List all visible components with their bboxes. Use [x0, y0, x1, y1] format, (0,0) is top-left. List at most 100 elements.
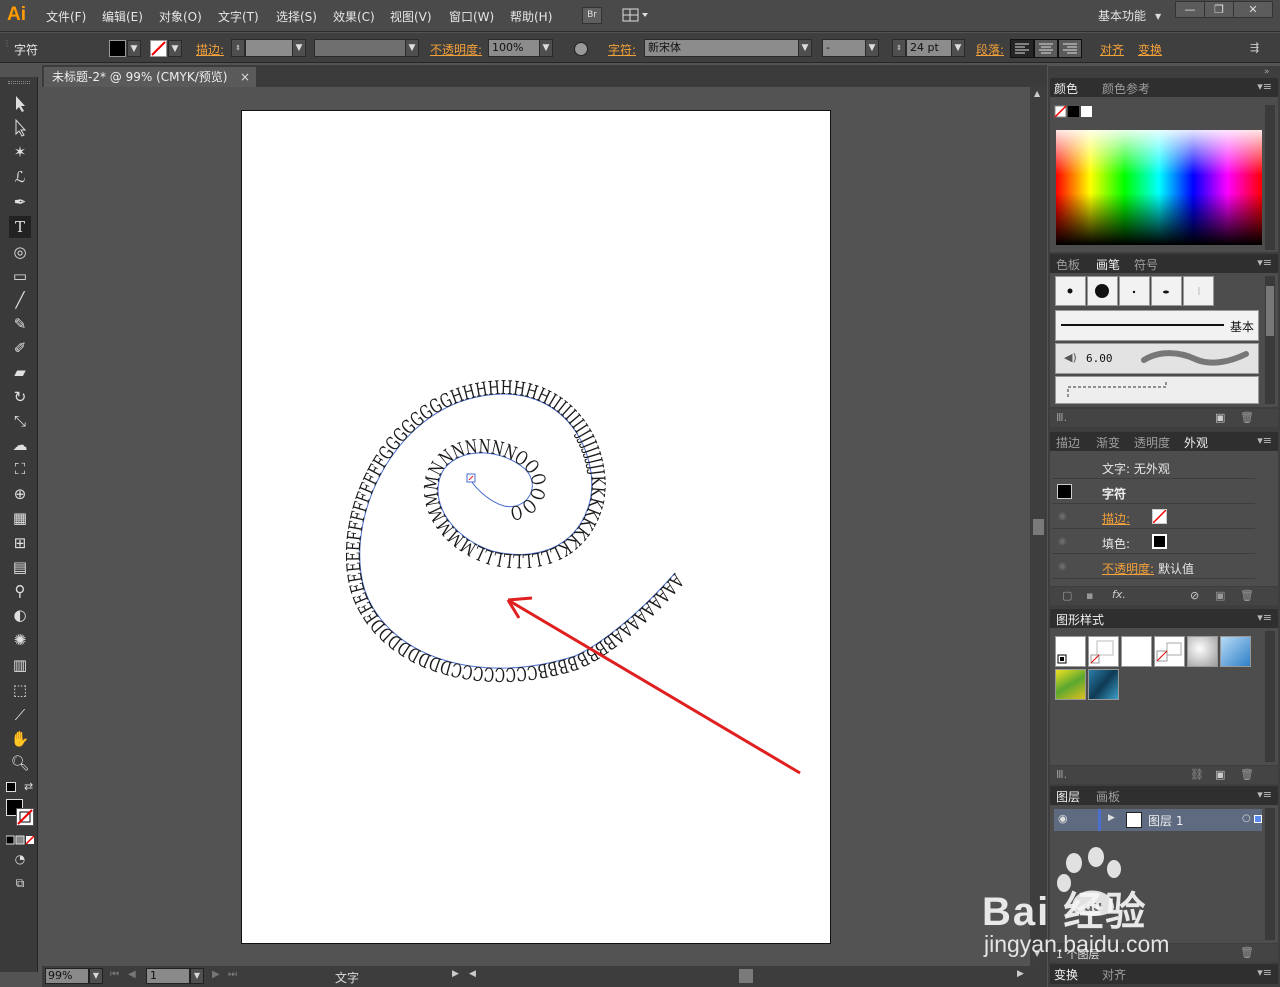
style-white[interactable]	[1121, 636, 1152, 667]
add-fill-icon[interactable]: ▪	[1086, 589, 1093, 602]
brushes-panel-menu-icon[interactable]: ▾≡	[1257, 256, 1272, 269]
layer-target-icon[interactable]: ○	[1242, 813, 1251, 824]
perspective-grid-tool-icon[interactable]: ▦	[9, 507, 31, 529]
appearance-stroke-label[interactable]: 描边:	[1102, 510, 1130, 527]
gradient-tool-icon[interactable]: ▤	[9, 556, 31, 578]
scale-tool-icon[interactable]: ⤡	[9, 410, 31, 432]
warp-tool-icon[interactable]: ☁	[9, 434, 31, 456]
next-artboard-icon[interactable]: ▶	[212, 969, 220, 980]
style-outline[interactable]	[1154, 636, 1185, 667]
blob-brush-tool-icon[interactable]: ✐	[9, 337, 31, 359]
blend-tool-icon[interactable]: ◐	[9, 604, 31, 626]
brush-dot-small[interactable]	[1055, 276, 1086, 306]
color-spectrum[interactable]	[1056, 130, 1262, 245]
bridge-button[interactable]: Br	[582, 7, 602, 24]
font-size-field[interactable]: 24 pt	[906, 39, 952, 57]
layer-visibility-eye-icon[interactable]: ◉	[1058, 812, 1068, 825]
stroke-dropdown[interactable]: ▼	[168, 40, 182, 57]
arrange-documents-icon[interactable]	[622, 8, 648, 23]
graphic-styles-scrollbar[interactable]	[1265, 631, 1275, 762]
symbol-sprayer-tool-icon[interactable]: ✺	[9, 629, 31, 651]
tab-align[interactable]: 对齐	[1102, 966, 1126, 983]
layers-panel-menu-icon[interactable]: ▾≡	[1257, 788, 1272, 801]
brush-dot-large[interactable]	[1087, 276, 1118, 306]
scroll-up-icon[interactable]: ▲	[1034, 89, 1040, 98]
opacity-dropdown[interactable]: ▼	[539, 39, 553, 57]
appearance-fill-swatch[interactable]	[1152, 534, 1167, 549]
appearance-text-row[interactable]: 文字: 无外观	[1052, 455, 1255, 479]
tab-stroke[interactable]: 描边	[1056, 434, 1080, 451]
prev-artboard-icon[interactable]: ◀	[128, 969, 136, 980]
new-style-icon[interactable]: ▣	[1215, 768, 1225, 781]
vertical-scroll-thumb[interactable]	[1033, 519, 1044, 535]
stroke-color-box[interactable]	[16, 808, 34, 826]
status-menu-icon[interactable]: ▶	[452, 969, 459, 979]
fx-icon[interactable]: fx.	[1112, 588, 1126, 601]
brushes-scrollbar[interactable]	[1265, 276, 1275, 404]
font-family-field[interactable]: 新宋体	[644, 39, 799, 57]
color-panel-menu-icon[interactable]: ▾≡	[1257, 80, 1272, 93]
style-library-icon[interactable]: Ⅲ.	[1056, 768, 1067, 781]
style-shadow[interactable]	[1187, 636, 1218, 667]
screen-mode-icon[interactable]: ⧉	[9, 872, 31, 894]
spiral-text[interactable]: AAAAAAAAABBBBBBBBCCCCCCCCDDDDDDDDEEEEEEE…	[343, 377, 688, 685]
style-blue-gloss[interactable]	[1220, 636, 1251, 667]
menu-object[interactable]: 对象(O)	[159, 8, 202, 25]
horizontal-scroll-thumb[interactable]	[739, 969, 753, 983]
default-colors-icon[interactable]	[6, 782, 16, 792]
tab-transform[interactable]: 变换	[1054, 966, 1078, 983]
artboard-dropdown[interactable]: ▼	[190, 968, 204, 984]
font-family-dropdown[interactable]: ▼	[798, 39, 812, 57]
eye-icon[interactable]: ◉	[1058, 561, 1067, 572]
vertical-scrollbar[interactable]: ▲ ▼	[1030, 87, 1047, 967]
lasso-tool-icon[interactable]: ℒ	[9, 166, 31, 188]
appearance-panel-menu-icon[interactable]: ▾≡	[1257, 434, 1272, 447]
drawing-mode-icon[interactable]: ◔	[9, 848, 31, 870]
menu-edit[interactable]: 编辑(E)	[102, 8, 143, 25]
opacity-label[interactable]: 不透明度:	[430, 41, 482, 58]
menu-effect[interactable]: 效果(C)	[333, 8, 375, 25]
restore-button[interactable]: ❐	[1204, 1, 1234, 18]
workspace-switcher[interactable]: 基本功能	[1098, 7, 1146, 24]
tab-gradient[interactable]: 渐变	[1096, 434, 1120, 451]
pencil-tool-icon[interactable]: ✎	[9, 313, 31, 335]
font-style-field[interactable]: -	[822, 39, 866, 57]
rectangle-tool-icon[interactable]: ▭	[9, 265, 31, 287]
brush-calligraphic-2[interactable]	[1151, 276, 1182, 306]
eraser-tool-icon[interactable]: ▰	[9, 361, 31, 383]
appearance-opacity-row[interactable]: ◉ 不透明度: 默认值	[1052, 555, 1255, 579]
style-green-pattern[interactable]	[1055, 669, 1086, 700]
menu-help[interactable]: 帮助(H)	[510, 8, 552, 25]
align-panel-link[interactable]: 对齐	[1100, 41, 1124, 58]
tab-transparency[interactable]: 透明度	[1134, 434, 1170, 451]
toolbox-grip[interactable]	[8, 81, 30, 84]
shape-builder-tool-icon[interactable]: ⊕	[9, 483, 31, 505]
brush-library-icon[interactable]: Ⅲ.	[1056, 411, 1067, 424]
magic-wand-tool-icon[interactable]: ✶	[9, 141, 31, 163]
direct-selection-tool-icon[interactable]	[9, 117, 31, 139]
tab-symbols[interactable]: 符号	[1134, 256, 1158, 273]
tab-layers[interactable]: 图层	[1056, 788, 1080, 805]
zoom-tool-icon[interactable]: 🔍︎	[9, 752, 31, 774]
menu-window[interactable]: 窗口(W)	[449, 8, 494, 25]
zoom-dropdown[interactable]: ▼	[89, 968, 103, 984]
close-window-button[interactable]: ✕	[1233, 1, 1273, 18]
zoom-field[interactable]: 99%	[45, 968, 89, 984]
pen-tool-icon[interactable]: ✒	[9, 191, 31, 213]
style-blue-pattern[interactable]	[1088, 669, 1119, 700]
layer-selection-indicator[interactable]	[1254, 815, 1262, 823]
variable-width-dropdown[interactable]: ▼	[405, 39, 419, 57]
align-left-button[interactable]	[1010, 39, 1034, 58]
appearance-stroke-row[interactable]: ◉ 描边:	[1052, 505, 1255, 529]
appearance-stroke-swatch[interactable]	[1152, 509, 1167, 524]
menu-select[interactable]: 选择(S)	[276, 8, 317, 25]
layer-name[interactable]: 图层 1	[1148, 812, 1183, 829]
tab-graphic-styles[interactable]: 图形样式	[1056, 611, 1104, 628]
paragraph-panel-link[interactable]: 段落:	[976, 41, 1004, 58]
appearance-character-row[interactable]: 字符	[1052, 480, 1255, 504]
delete-style-icon[interactable]: 🗑︎	[1240, 768, 1254, 781]
fill-swatch[interactable]	[109, 40, 126, 57]
color-quick-swatches[interactable]	[1054, 105, 1094, 119]
appearance-opacity-label[interactable]: 不透明度:	[1102, 560, 1154, 577]
document-tab[interactable]: 未标题-2* @ 99% (CMYK/预览) ×	[44, 67, 256, 87]
